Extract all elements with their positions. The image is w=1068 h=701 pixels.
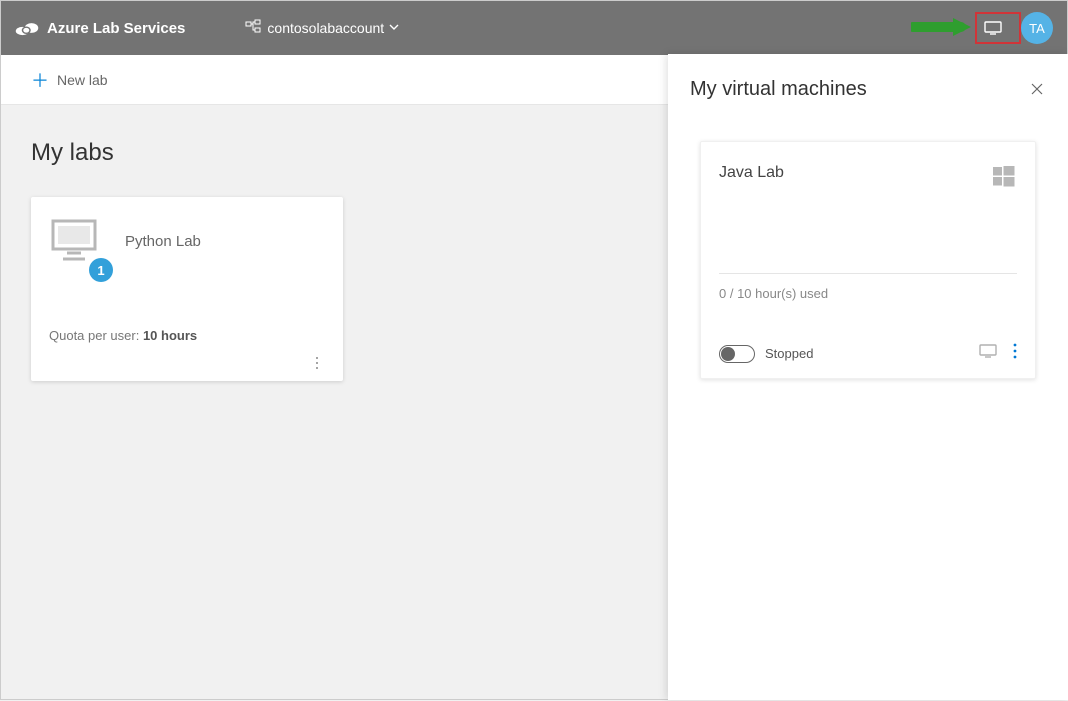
callout-arrow-icon bbox=[911, 16, 973, 38]
close-panel-button[interactable] bbox=[1030, 82, 1046, 98]
azure-lab-logo-icon bbox=[15, 20, 39, 36]
monitor-icon bbox=[984, 21, 1002, 35]
vm-more-button[interactable] bbox=[1013, 343, 1017, 364]
account-name: contosolabaccount bbox=[267, 20, 384, 36]
lab-quota: Quota per user: 10 hours bbox=[49, 328, 325, 343]
user-initials: TA bbox=[1029, 21, 1045, 36]
vm-usage: 0 / 10 hour(s) used bbox=[719, 286, 1017, 301]
highlight-annotation bbox=[975, 12, 1021, 44]
computer-icon bbox=[49, 217, 105, 263]
my-vms-panel: My virtual machines Java Lab 0 / 10 hour… bbox=[668, 54, 1068, 700]
account-selector[interactable]: contosolabaccount bbox=[245, 19, 400, 38]
new-lab-label: New lab bbox=[57, 72, 108, 88]
resource-group-icon bbox=[245, 19, 261, 38]
panel-title: My virtual machines bbox=[690, 78, 867, 101]
vm-power-toggle[interactable] bbox=[719, 345, 755, 363]
app-header: Azure Lab Services contosolabaccount bbox=[1, 1, 1067, 55]
lab-more-button[interactable] bbox=[309, 353, 325, 373]
windows-icon bbox=[991, 164, 1017, 195]
more-vertical-icon bbox=[1013, 343, 1017, 359]
lab-name: Python Lab bbox=[125, 233, 201, 250]
vm-connect-button[interactable] bbox=[979, 344, 997, 363]
vm-card: Java Lab 0 / 10 hour(s) used Stopped bbox=[700, 141, 1036, 379]
close-icon bbox=[1030, 82, 1044, 96]
new-lab-button[interactable]: ＋ New lab bbox=[31, 67, 108, 93]
chevron-down-icon bbox=[388, 20, 400, 36]
vm-status: Stopped bbox=[765, 346, 979, 361]
lab-card-icon-wrap: 1 bbox=[49, 217, 105, 268]
plus-icon: ＋ bbox=[31, 67, 49, 93]
lab-user-count-badge: 1 bbox=[89, 258, 113, 282]
vm-name: Java Lab bbox=[719, 164, 784, 182]
user-avatar[interactable]: TA bbox=[1021, 12, 1053, 44]
app-title: Azure Lab Services bbox=[47, 20, 185, 37]
my-vms-button[interactable] bbox=[979, 15, 1007, 41]
lab-card[interactable]: 1 Python Lab Quota per user: 10 hours bbox=[31, 197, 343, 381]
monitor-icon bbox=[979, 344, 997, 358]
